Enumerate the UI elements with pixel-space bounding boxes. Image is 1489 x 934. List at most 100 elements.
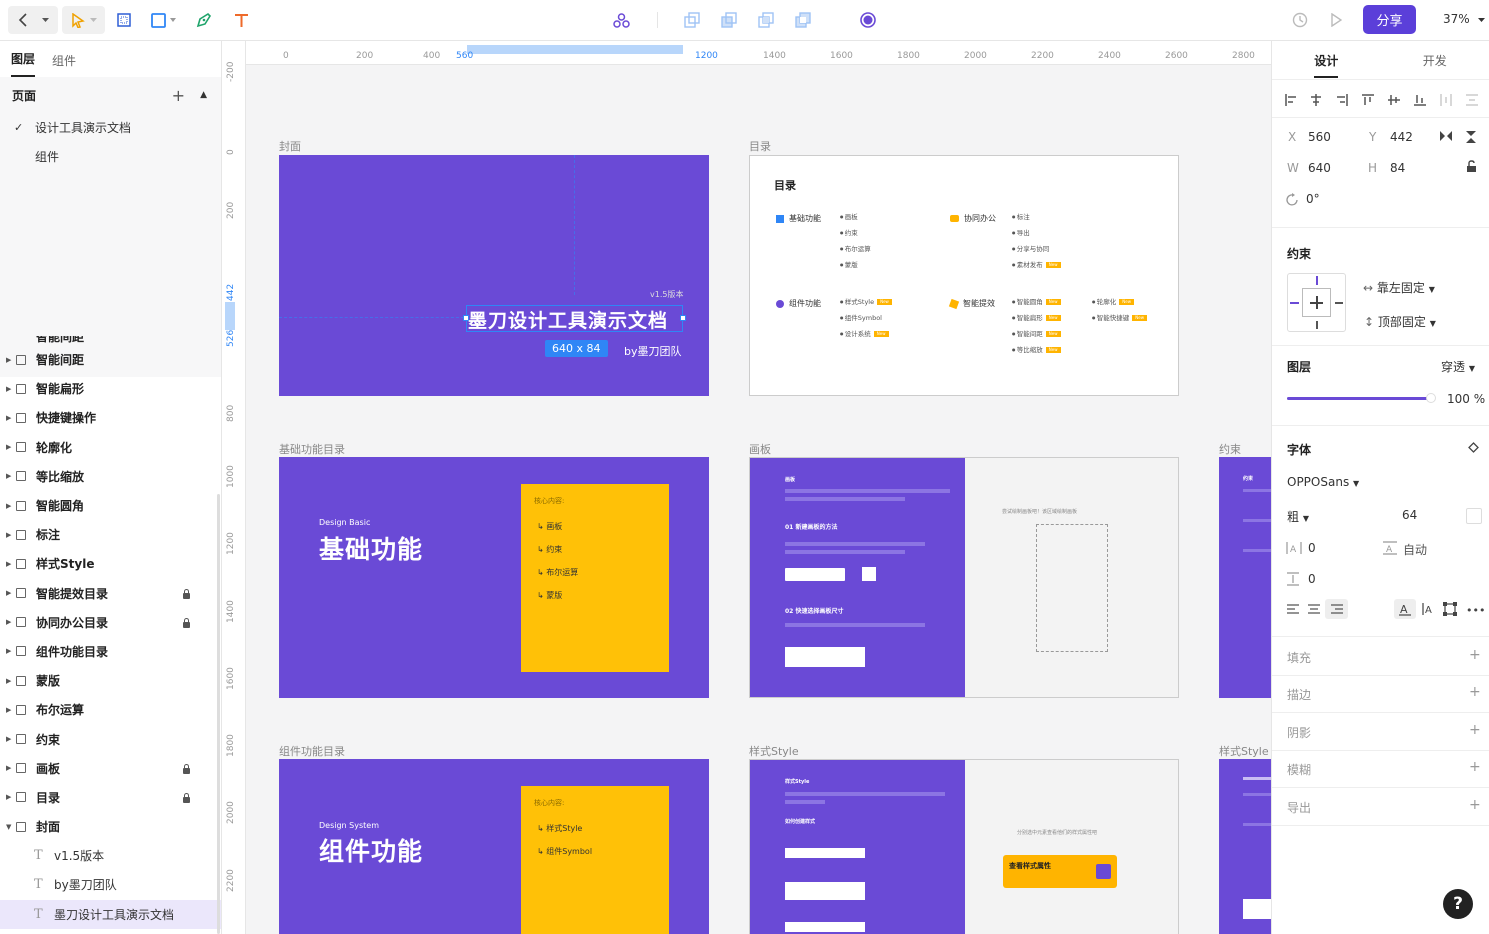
add-blur-icon[interactable]: + bbox=[1469, 759, 1481, 775]
distribute-h-icon[interactable] bbox=[1439, 93, 1453, 107]
style-frame[interactable]: 样式Style 如何创建样式 分别选中元素查看他们的样式属性吧 查看样式属性 bbox=[749, 759, 1179, 934]
blend-mode-select[interactable]: 穿透 ▼ bbox=[1441, 358, 1475, 375]
style-frame-2[interactable] bbox=[1219, 759, 1271, 934]
h-input[interactable]: 84 bbox=[1390, 161, 1405, 175]
tab-layers[interactable]: 图层 bbox=[11, 50, 36, 77]
expand-right-icon[interactable]: ▶ bbox=[6, 735, 11, 743]
expand-right-icon[interactable]: ▶ bbox=[6, 647, 11, 655]
expand-down-icon[interactable]: ▼ bbox=[6, 823, 11, 831]
layer-item[interactable]: ▶ 协同办公目录 bbox=[0, 608, 221, 637]
expand-right-icon[interactable]: ▶ bbox=[6, 531, 11, 539]
add-page-icon[interactable]: + bbox=[172, 86, 185, 105]
align-left-icon[interactable] bbox=[1284, 93, 1298, 107]
constraint-right[interactable] bbox=[1335, 302, 1343, 304]
layer-item[interactable]: ▶ 智能圆角 bbox=[0, 491, 221, 520]
y-input[interactable]: 442 bbox=[1390, 130, 1413, 144]
align-center-h-icon[interactable] bbox=[1309, 93, 1323, 107]
boolean-subtract-button[interactable] bbox=[719, 6, 739, 34]
text-align-right-button[interactable] bbox=[1325, 599, 1348, 619]
horizontal-constraint-select[interactable]: ↔ 靠左固定 ▼ bbox=[1363, 279, 1435, 296]
frame-label[interactable]: 画板 bbox=[749, 441, 771, 457]
layers-scrollbar[interactable] bbox=[217, 494, 220, 934]
layer-item[interactable]: ▶ 布尔运算 bbox=[0, 695, 221, 724]
select-tool[interactable] bbox=[62, 6, 105, 34]
layer-item[interactable]: ▶ 智能扁形 bbox=[0, 374, 221, 403]
expand-right-icon[interactable]: ▶ bbox=[6, 472, 11, 480]
help-button[interactable]: ? bbox=[1443, 889, 1473, 919]
board-frame[interactable]: 画板 01 新建画板的方法 02 快速选择画板尺寸 尝试绘制画板吧！该区域绘制画… bbox=[749, 457, 1179, 698]
expand-right-icon[interactable]: ▶ bbox=[6, 443, 11, 451]
cover-by[interactable]: by墨刀团队 bbox=[624, 343, 682, 359]
boolean-union-button[interactable] bbox=[682, 6, 702, 34]
collapse-icon[interactable]: ▲ bbox=[200, 90, 207, 100]
frame-tool[interactable] bbox=[115, 6, 133, 34]
layer-item[interactable]: ▶ 组件功能目录 bbox=[0, 637, 221, 666]
add-fill-icon[interactable]: + bbox=[1469, 647, 1481, 663]
pen-tool[interactable] bbox=[194, 6, 214, 34]
constraint-widget[interactable] bbox=[1287, 273, 1346, 332]
component-frame[interactable]: Design System 组件功能 核心内容: ↳ 样式Style ↳ 组件S… bbox=[279, 759, 709, 934]
expand-right-icon[interactable]: ▶ bbox=[6, 589, 11, 597]
cover-title[interactable]: 墨刀设计工具演示文档 bbox=[468, 306, 668, 333]
text-tool[interactable] bbox=[231, 6, 251, 34]
expand-right-icon[interactable]: ▶ bbox=[6, 677, 11, 685]
expand-right-icon[interactable]: ▶ bbox=[6, 560, 11, 568]
basic-frame[interactable]: Design Basic 基础功能 核心内容: ↳ 画板 ↳ 约束 ↳ 布尔运算… bbox=[279, 457, 709, 698]
expand-right-icon[interactable]: ▶ bbox=[6, 764, 11, 772]
align-bottom-icon[interactable] bbox=[1413, 93, 1427, 107]
history-button[interactable] bbox=[1290, 6, 1310, 34]
layer-item-child[interactable]: Tv1.5版本 bbox=[0, 841, 221, 870]
opacity-slider[interactable] bbox=[1287, 393, 1436, 403]
text-fixed-size-icon[interactable] bbox=[1443, 602, 1457, 616]
layer-item[interactable]: ▶ 目录 bbox=[0, 783, 221, 812]
component-tool[interactable] bbox=[610, 6, 632, 34]
lock-icon[interactable] bbox=[183, 617, 190, 628]
expand-right-icon[interactable]: ▶ bbox=[6, 618, 11, 626]
frame-label[interactable]: 目录 bbox=[749, 138, 771, 154]
tab-develop[interactable]: 开发 bbox=[1381, 41, 1489, 79]
lock-icon[interactable] bbox=[183, 792, 190, 803]
align-center-v-icon[interactable] bbox=[1387, 93, 1401, 107]
lock-icon[interactable] bbox=[183, 588, 190, 599]
x-input[interactable]: 560 bbox=[1308, 130, 1331, 144]
tab-design[interactable]: 设计 bbox=[1272, 41, 1381, 79]
constraint-top-active[interactable] bbox=[1316, 276, 1318, 285]
frame-label[interactable]: 样式Style bbox=[749, 743, 799, 759]
layer-item-child[interactable]: T 墨刀设计工具演示文档 bbox=[0, 899, 221, 929]
toc-frame[interactable]: 目录 基础功能 画板约束布尔运算蒙版 协同办公 标注导出分享与协同素材发布New… bbox=[749, 155, 1179, 396]
add-stroke-icon[interactable]: + bbox=[1469, 684, 1481, 700]
frame-label[interactable]: 基础功能目录 bbox=[279, 441, 345, 457]
font-weight-select[interactable]: 粗 ▼ bbox=[1287, 508, 1309, 525]
opacity-input[interactable]: 100 % bbox=[1447, 392, 1485, 406]
w-input[interactable]: 640 bbox=[1308, 161, 1331, 175]
expand-right-icon[interactable]: ▶ bbox=[6, 385, 11, 393]
expand-right-icon[interactable]: ▶ bbox=[6, 793, 11, 801]
constraint-center-v[interactable] bbox=[1316, 296, 1318, 309]
layer-item[interactable]: 智能间距 bbox=[0, 336, 221, 345]
shape-tool[interactable] bbox=[147, 6, 179, 34]
diamond-icon[interactable] bbox=[1468, 442, 1479, 453]
flip-vertical-icon[interactable] bbox=[1465, 130, 1477, 144]
layer-item[interactable]: ▶ 轮廓化 bbox=[0, 433, 221, 462]
page-item[interactable]: 组件 bbox=[0, 142, 221, 171]
letter-spacing-input[interactable]: 0 bbox=[1308, 541, 1316, 555]
align-top-icon[interactable] bbox=[1361, 93, 1375, 107]
tab-components[interactable]: 组件 bbox=[52, 52, 76, 77]
more-options-icon[interactable]: ••• bbox=[1466, 604, 1485, 617]
expand-right-icon[interactable]: ▶ bbox=[6, 706, 11, 714]
preview-button[interactable] bbox=[1327, 6, 1345, 34]
add-shadow-icon[interactable]: + bbox=[1469, 722, 1481, 738]
page-item[interactable]: ✓ 设计工具演示文档 bbox=[0, 113, 221, 142]
font-size-input[interactable]: 64 bbox=[1402, 508, 1417, 522]
boolean-intersect-button[interactable] bbox=[756, 6, 776, 34]
version-text[interactable]: v1.5版本 bbox=[650, 289, 683, 300]
constraint-bottom[interactable] bbox=[1316, 321, 1318, 329]
share-button[interactable]: 分享 bbox=[1363, 5, 1416, 34]
constraint-left-active[interactable] bbox=[1290, 302, 1299, 304]
font-family-select[interactable]: OPPOSans ▼ bbox=[1287, 475, 1359, 489]
paragraph-spacing-input[interactable]: 0 bbox=[1308, 572, 1316, 586]
expand-right-icon[interactable]: ▶ bbox=[6, 414, 11, 422]
flip-horizontal-icon[interactable] bbox=[1439, 130, 1453, 142]
layer-item[interactable]: ▶ 标注 bbox=[0, 520, 221, 549]
cover-frame[interactable]: v1.5版本 墨刀设计工具演示文档 640 x 84 by墨刀团队 bbox=[279, 155, 709, 396]
